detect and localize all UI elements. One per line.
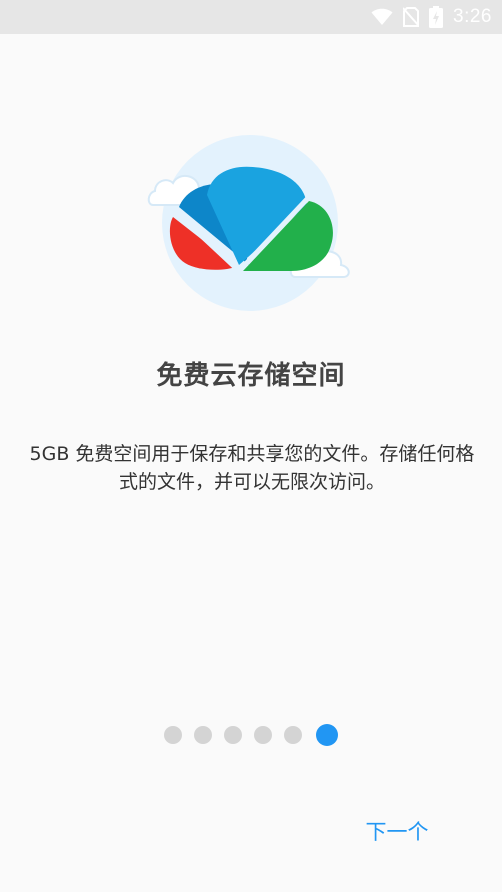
battery-charging-icon — [429, 6, 444, 28]
page-dot-6-active[interactable] — [316, 724, 338, 746]
page-dot-4[interactable] — [254, 726, 272, 744]
onboarding-title: 免费云存储空间 — [156, 361, 346, 391]
page-dot-5[interactable] — [284, 726, 302, 744]
cloud-storage-illustration — [145, 135, 360, 315]
onboarding-description: 5GB 免费空间用于保存和共享您的文件。存储任何格式的文件，并可以无限次访问。 — [29, 443, 475, 493]
page-dot-1[interactable] — [164, 726, 182, 744]
wifi-icon — [371, 8, 393, 26]
page-dot-3[interactable] — [224, 726, 242, 744]
cloud-logo-icon — [147, 135, 350, 311]
status-icons: 3:26 — [371, 0, 492, 34]
no-sim-icon — [403, 7, 420, 27]
page-indicator — [0, 724, 502, 746]
status-time: 3:26 — [453, 6, 492, 27]
next-button[interactable]: 下一个 — [350, 810, 444, 852]
status-bar: 3:26 — [0, 0, 502, 34]
page-dot-2[interactable] — [194, 726, 212, 744]
